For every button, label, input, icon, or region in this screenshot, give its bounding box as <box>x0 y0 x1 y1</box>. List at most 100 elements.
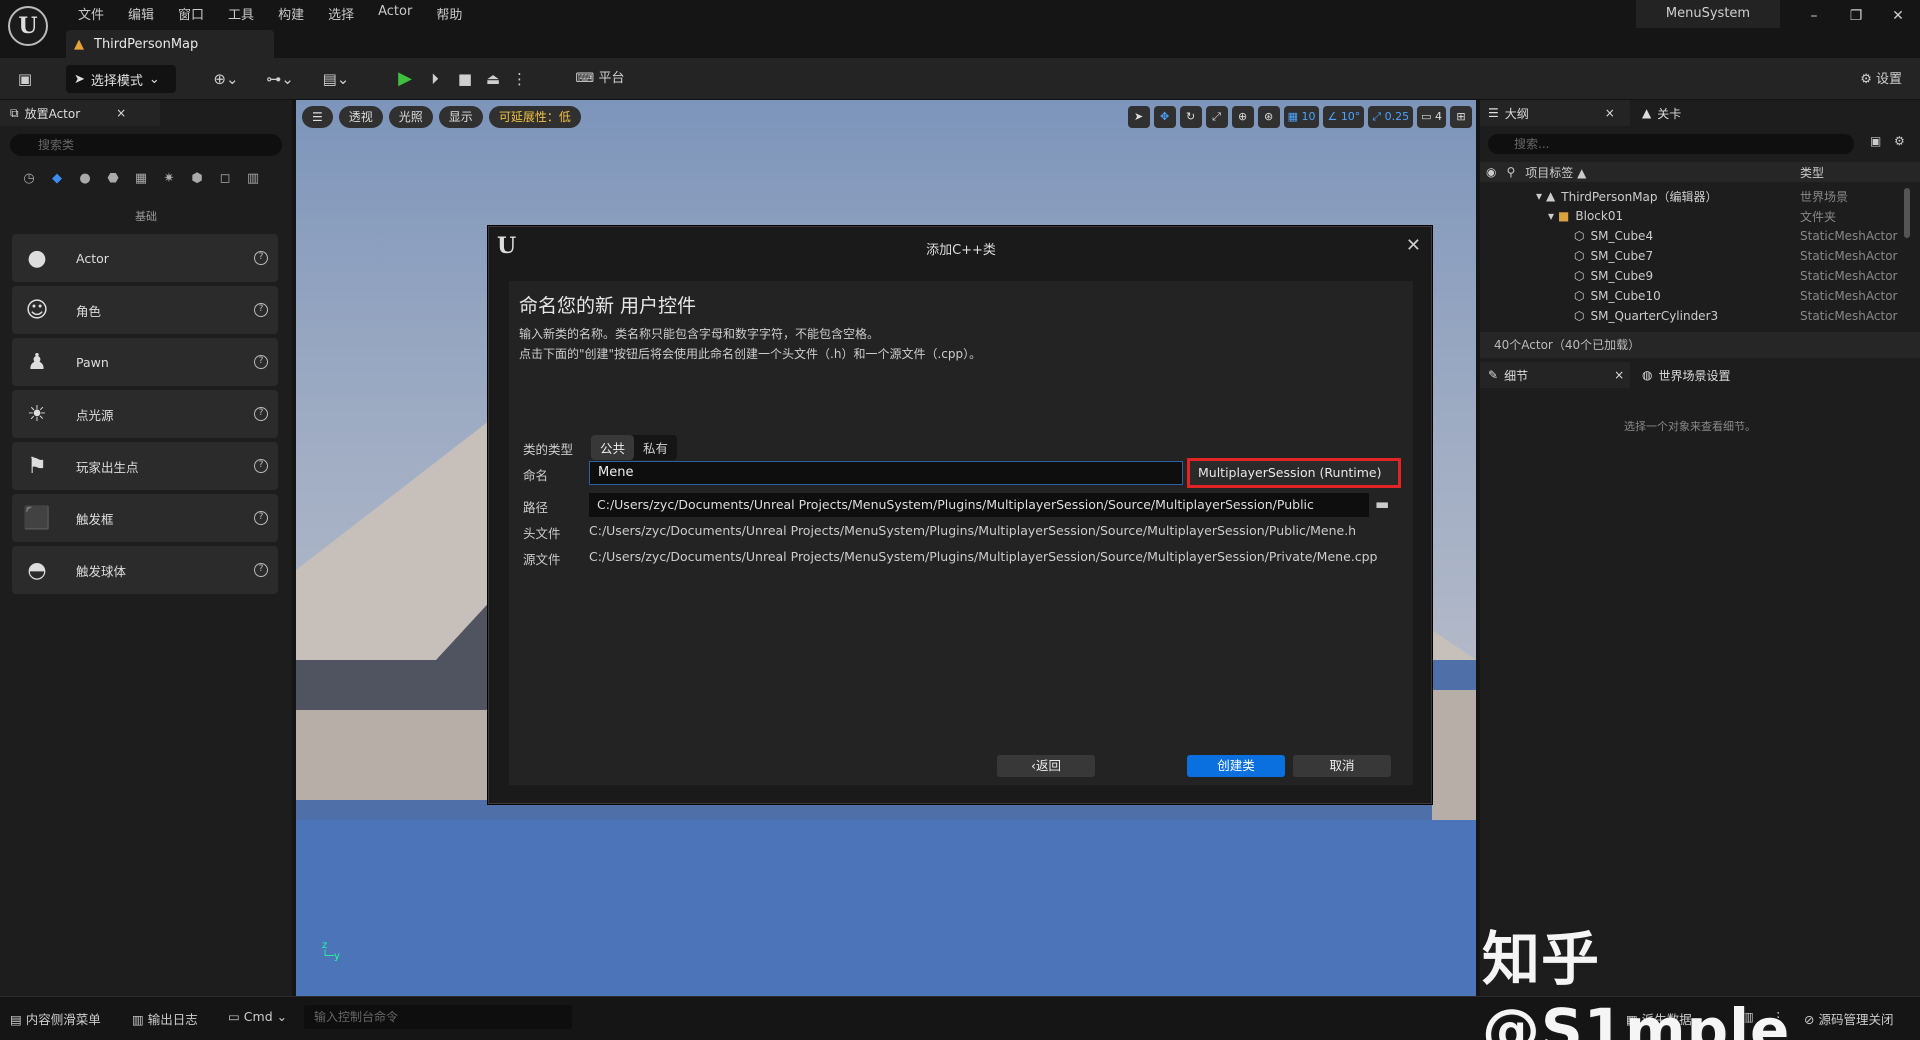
mode-select[interactable]: ➤ 选择模式 ⌄ <box>66 65 176 93</box>
help-icon[interactable]: ? <box>254 251 268 265</box>
tree-row[interactable]: ▾ ■ Block01 文件夹 <box>1480 206 1900 226</box>
tree-row[interactable]: ⬡ SM_Cube10 StaticMeshActor <box>1480 286 1900 306</box>
scale-icon[interactable]: ⤢ <box>1205 106 1228 128</box>
menu-edit[interactable]: 编辑 <box>116 2 166 25</box>
geometry-icon[interactable]: ⬢ <box>188 170 206 188</box>
help-icon[interactable]: ? <box>254 511 268 525</box>
world-local-icon[interactable]: ⊕ <box>1231 106 1254 128</box>
expand-arrow-icon[interactable]: ▾ <box>1536 189 1542 203</box>
actor-item-trigger-box[interactable]: ⬛ 触发框 ? <box>12 494 278 542</box>
tree-row[interactable]: ⬡ SM_Cube4 StaticMeshActor <box>1480 226 1900 246</box>
volumes-icon[interactable]: ◻ <box>216 170 234 188</box>
cancel-button[interactable]: 取消 <box>1293 755 1391 777</box>
output-log-button[interactable]: ▥ 输出日志 <box>132 1009 198 1028</box>
pin-icon[interactable]: ⚲ <box>1506 165 1515 179</box>
help-icon[interactable]: ? <box>254 355 268 369</box>
minimize-icon[interactable]: – <box>1796 4 1832 28</box>
tree-row[interactable]: ⬡ SM_QuarterCylinder3 StaticMeshActor <box>1480 306 1900 326</box>
tree-row[interactable]: ⬡ SM_Cube7 StaticMeshActor <box>1480 246 1900 266</box>
step-icon[interactable]: ⏵ <box>424 68 446 90</box>
add-folder-icon[interactable]: ▣ <box>1870 134 1881 148</box>
menu-select[interactable]: 选择 <box>316 2 366 25</box>
menu-help[interactable]: 帮助 <box>424 2 474 25</box>
surface-snap-icon[interactable]: ⊛ <box>1257 106 1280 128</box>
visual-effects-icon[interactable]: ✷ <box>160 170 178 188</box>
lighting-button[interactable]: 光照 <box>388 106 433 128</box>
outliner-search-input[interactable]: 搜索... <box>1488 134 1854 154</box>
viewport-menu-icon[interactable]: ☰ <box>302 106 333 128</box>
cinematic-icon[interactable]: ▦ <box>132 170 150 188</box>
gear-icon[interactable]: ⚙ <box>1894 134 1905 148</box>
help-icon[interactable]: ? <box>254 459 268 473</box>
expand-arrow-icon[interactable]: ▾ <box>1548 209 1554 223</box>
menu-build[interactable]: 构建 <box>266 2 316 25</box>
close-icon[interactable]: × <box>1614 368 1624 382</box>
class-name-input[interactable]: Mene <box>589 461 1183 485</box>
unreal-logo[interactable]: U <box>8 6 48 46</box>
settings-button[interactable]: ⚙ 设置 <box>1860 68 1902 87</box>
close-icon[interactable]: ✕ <box>1406 235 1421 256</box>
save-icon[interactable]: ▣ <box>14 68 36 90</box>
all-classes-icon[interactable]: ▥ <box>244 170 262 188</box>
translate-icon[interactable]: ✥ <box>1153 106 1176 128</box>
tree-row[interactable]: ▾ ▲ ThirdPersonMap（编辑器） 世界场景 <box>1480 186 1900 206</box>
path-input[interactable]: C:/Users/zyc/Documents/Unreal Projects/M… <box>589 493 1369 517</box>
basic-icon[interactable]: ◆ <box>48 170 66 188</box>
more-options-icon[interactable]: ⋮ <box>512 68 527 90</box>
add-actor-icon[interactable]: ⊕⌄ <box>208 68 244 90</box>
tree-row[interactable]: ⬡ SM_Cube9 StaticMeshActor <box>1480 266 1900 286</box>
level-tab[interactable]: ▲ ThirdPersonMap <box>66 30 274 58</box>
menu-tools[interactable]: 工具 <box>216 2 266 25</box>
module-select[interactable]: MultiplayerSession (Runtime) ⌄ <box>1187 458 1401 504</box>
menu-window[interactable]: 窗口 <box>166 2 216 25</box>
type-column-header[interactable]: 类型 <box>1800 164 1824 181</box>
perspective-button[interactable]: 透视 <box>338 106 383 128</box>
outliner-tab[interactable]: ☰ 大纲 × <box>1480 100 1630 126</box>
console-input[interactable]: 输入控制台命令 <box>304 1005 572 1029</box>
rotation-snap-button[interactable]: ∠ 10° <box>1323 106 1365 128</box>
back-button[interactable]: ‹返回 <box>997 755 1095 777</box>
help-icon[interactable]: ? <box>254 407 268 421</box>
scalability-button[interactable]: 可延展性：低 <box>488 106 581 128</box>
actor-item-pawn[interactable]: ♟ Pawn ? <box>12 338 278 386</box>
help-icon[interactable]: ? <box>254 563 268 577</box>
platform-button[interactable]: ⌨ 平台 <box>560 68 640 90</box>
actor-item-character[interactable]: ☺ 角色 ? <box>12 286 278 334</box>
folder-icon[interactable]: ▬ <box>1375 495 1389 513</box>
content-drawer-button[interactable]: ▤ 内容侧滑菜单 <box>10 1009 101 1028</box>
actor-item-point-light[interactable]: ☀ 点光源 ? <box>12 390 278 438</box>
blueprint-icon[interactable]: ⊶⌄ <box>262 68 298 90</box>
details-tab[interactable]: ✎ 细节 × <box>1480 362 1630 388</box>
levels-tab[interactable]: ▲ 关卡 <box>1634 100 1734 126</box>
grid-snap-button[interactable]: ▦ 10 <box>1283 106 1320 128</box>
close-icon[interactable]: × <box>1605 106 1615 120</box>
lights-icon[interactable]: ● <box>76 170 94 188</box>
class-type-private-option[interactable]: 私有 <box>634 435 677 460</box>
outliner-scrollbar[interactable] <box>1904 188 1910 238</box>
rotate-icon[interactable]: ↻ <box>1179 106 1202 128</box>
place-actors-search-input[interactable]: 搜索类 <box>10 134 282 156</box>
restore-icon[interactable]: ❐ <box>1838 4 1874 28</box>
world-settings-tab[interactable]: ◍ 世界场景设置 <box>1634 362 1794 388</box>
cinematics-icon[interactable]: ▤⌄ <box>318 68 354 90</box>
place-actors-tab[interactable]: ⧉ 放置Actor × <box>0 100 160 126</box>
stop-icon[interactable]: ■ <box>454 68 476 90</box>
close-window-icon[interactable]: ✕ <box>1880 4 1916 28</box>
play-icon[interactable]: ▶ <box>394 68 416 90</box>
label-column-header[interactable]: 项目标签 ▲ <box>1525 164 1586 181</box>
actor-item-player-start[interactable]: ⚑ 玩家出生点 ? <box>12 442 278 490</box>
create-class-button[interactable]: 创建类 <box>1187 755 1285 777</box>
camera-speed-button[interactable]: ▭ 4 <box>1417 106 1446 128</box>
visibility-icon[interactable]: ◉ <box>1486 165 1496 179</box>
actor-item-trigger-sphere[interactable]: ◓ 触发球体 ? <box>12 546 278 594</box>
help-icon[interactable]: ? <box>254 303 268 317</box>
scale-snap-button[interactable]: ⤢ 0.25 <box>1368 106 1414 128</box>
class-type-public-option[interactable]: 公共 <box>591 435 635 460</box>
menu-file[interactable]: 文件 <box>66 2 116 25</box>
close-icon[interactable]: × <box>116 106 126 120</box>
maximize-viewport-icon[interactable]: ⊞ <box>1450 106 1472 128</box>
menu-actor[interactable]: Actor <box>366 2 424 25</box>
recent-icon[interactable]: ◷ <box>20 170 38 188</box>
select-cursor-icon[interactable]: ➤ <box>1127 106 1150 128</box>
actor-item-actor[interactable]: ● Actor ? <box>12 234 278 282</box>
